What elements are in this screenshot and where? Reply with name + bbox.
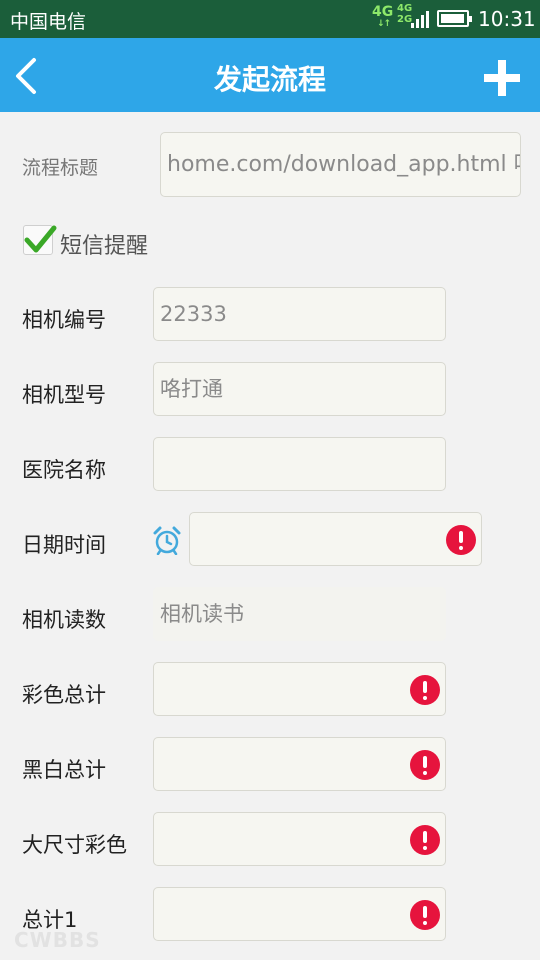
camera-model-input[interactable]: 咯打通	[153, 362, 446, 416]
signal-icon	[411, 11, 429, 28]
watermark: CWBBS	[14, 928, 101, 952]
network-4g-icon: 4G ↓↑	[372, 4, 394, 29]
bw-total-input[interactable]	[153, 737, 446, 791]
process-title-label: 流程标题	[22, 157, 99, 179]
large-color-input[interactable]	[153, 812, 446, 866]
camera-number-label: 相机编号	[22, 308, 106, 332]
error-icon	[410, 900, 440, 930]
status-bar: 中国电信 4G ↓↑ 4G 2G 10:31	[0, 0, 540, 38]
error-icon	[410, 675, 440, 705]
color-total-input[interactable]	[153, 662, 446, 716]
large-color-label: 大尺寸彩色	[22, 833, 127, 857]
battery-icon	[437, 10, 472, 27]
page-title: 发起流程	[213, 63, 326, 96]
plus-icon[interactable]	[478, 54, 526, 102]
checkmark-icon	[24, 225, 57, 253]
datetime-input[interactable]	[189, 512, 482, 566]
carrier-name: 中国电信	[10, 11, 87, 33]
bw-total-label: 黑白总计	[22, 758, 106, 782]
color-total-label: 彩色总计	[22, 683, 106, 707]
alarm-clock-icon[interactable]	[152, 525, 182, 555]
total1-input[interactable]	[153, 887, 446, 941]
clock-time: 10:31	[478, 7, 536, 31]
process-title-input[interactable]: home.com/download_app.html 叨	[160, 132, 521, 197]
camera-reading-input[interactable]: 相机读书	[153, 587, 446, 641]
camera-model-label: 相机型号	[22, 383, 106, 407]
sms-reminder-checkbox[interactable]	[23, 225, 57, 255]
hospital-name-input[interactable]	[153, 437, 446, 491]
camera-number-input[interactable]: 22333	[153, 287, 446, 341]
sms-reminder-label: 短信提醒	[60, 234, 149, 259]
camera-reading-label: 相机读数	[22, 608, 106, 632]
error-icon	[446, 525, 476, 555]
title-bar: 发起流程	[0, 38, 540, 112]
hospital-name-label: 医院名称	[22, 458, 106, 482]
datetime-label: 日期时间	[22, 533, 106, 557]
error-icon	[410, 750, 440, 780]
error-icon	[410, 825, 440, 855]
